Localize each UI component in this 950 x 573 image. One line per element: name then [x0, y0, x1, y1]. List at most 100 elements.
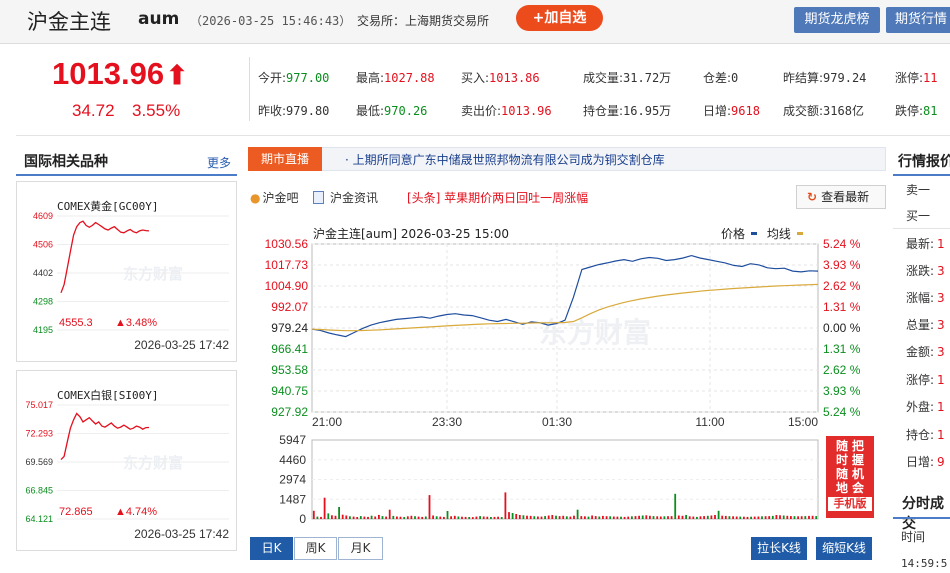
volume-bar: [721, 515, 724, 519]
volume-bar: [471, 517, 474, 519]
mini-time: 2026-03-25 17:42: [134, 527, 229, 541]
volume-bar: [381, 516, 384, 519]
volume-bar: [367, 516, 369, 519]
volume-bar: [428, 495, 431, 519]
news-headline[interactable]: · 上期所同意广东中储晟世照邦物流有限公司成为铜交割仓库: [345, 151, 665, 168]
mini-change: ▲3.48%: [115, 317, 157, 329]
document-icon: [313, 191, 324, 204]
volume-bar: [551, 515, 554, 519]
banner-footer: 手机版: [828, 497, 872, 511]
volume-bar: [724, 515, 727, 519]
stat-label: 昨结算:: [783, 71, 824, 85]
volume-bar: [750, 516, 752, 519]
volume-bar: [388, 509, 391, 519]
volume-bar: [569, 516, 572, 519]
volume-bar: [475, 516, 478, 519]
quote-row: 总量: 3: [906, 316, 945, 333]
legend-price-swatch: [750, 232, 757, 235]
banner-char: 会: [852, 481, 865, 495]
mini-y-tick: 64.121: [25, 514, 53, 524]
mini-chart-svg: COMEX白银[SI00Y] 东方财富 75.017 72.293 69.569 66.8…: [25, 388, 229, 541]
futures-ranking-button[interactable]: 期货龙虎榜: [794, 7, 880, 33]
volume-bar: [450, 516, 452, 519]
volume-bar: [649, 515, 651, 519]
quote-row-label: 最新:: [906, 237, 935, 251]
legend-avg-swatch: [796, 232, 803, 235]
futures-quotes-button[interactable]: 期货行情: [886, 7, 950, 33]
volume-bar: [670, 516, 673, 519]
stat-label: 成交额:: [783, 104, 824, 118]
volume-bar: [706, 515, 709, 519]
volume-bar: [790, 516, 792, 519]
volume-bar: [424, 516, 427, 519]
volume-bar: [612, 516, 615, 519]
volume-bar: [677, 515, 680, 519]
volume-bar: [537, 516, 539, 519]
shorten-kline-button[interactable]: 缩短K线: [816, 537, 872, 560]
intraday-chart[interactable]: 东方财富 1030.56 5.24 % 1017.73 3.93 % 1004.90 2.6…: [248, 238, 888, 530]
stat-value: 11: [923, 71, 938, 85]
mini-time: 2026-03-25 17:42: [134, 338, 229, 352]
volume-bar: [323, 497, 326, 519]
volume-bar: [757, 516, 760, 519]
banner-char: 地: [835, 481, 848, 495]
tab-monthly-k[interactable]: 月K: [338, 537, 383, 560]
x-tick-label: 01:30: [542, 415, 572, 429]
volume-tick-label: 4460: [279, 453, 306, 467]
volume-bar: [486, 516, 489, 519]
intl-more-link[interactable]: 更多: [207, 154, 231, 171]
stat-label: 日增:: [703, 104, 732, 118]
divider: [893, 174, 950, 176]
mini-chart-gold[interactable]: COMEX黄金[GC00Y] 东方财富 4609 4506 4402 4298 4195 45…: [16, 181, 237, 362]
volume-bar: [685, 515, 687, 519]
stat-label: 买入:: [461, 71, 490, 85]
headline-link[interactable]: [头条] 苹果期价两日回吐一周涨幅: [407, 189, 588, 206]
stat-label: 最低:: [356, 104, 385, 118]
volume-tick-label: 2974: [279, 473, 306, 487]
refresh-button[interactable]: ↻ 查看最新: [796, 185, 886, 209]
volume-bar: [710, 515, 713, 519]
volume-bar: [331, 515, 333, 519]
volume-bar: [775, 515, 778, 519]
price-change-pct: 3.55%: [132, 101, 181, 120]
news-tag[interactable]: 期市直播: [248, 147, 322, 171]
pct-tick-label: 3.93 %: [823, 258, 861, 272]
stat-item: 买入:1013.86: [461, 69, 540, 86]
volume-bar: [482, 516, 485, 519]
x-tick-label: 23:30: [432, 415, 462, 429]
volume-bar: [703, 516, 705, 519]
volume-bar: [616, 516, 619, 519]
stat-value: 0: [731, 71, 739, 85]
pct-tick-label: 3.93 %: [823, 384, 861, 398]
volume-bar: [681, 515, 684, 519]
volume-bar: [522, 515, 525, 519]
volume-bar: [797, 516, 799, 519]
stat-label: 成交量:: [583, 71, 624, 85]
volume-bar: [717, 510, 720, 519]
volume-bar: [576, 509, 579, 519]
volume-bar: [631, 516, 633, 519]
lengthen-kline-button[interactable]: 拉长K线: [751, 537, 807, 560]
add-watchlist-button[interactable]: +加自选: [516, 5, 603, 31]
volume-bar: [417, 516, 420, 519]
volume-bar: [410, 515, 413, 519]
stat-item: 今开:977.00: [258, 69, 329, 86]
news-link[interactable]: 沪金资讯: [313, 189, 378, 206]
volume-bar: [580, 516, 583, 519]
mini-watermark: 东方财富: [123, 454, 183, 472]
price-change: 34.72: [72, 101, 115, 120]
volume-bar: [555, 515, 557, 519]
stat-value: 3168亿: [823, 104, 864, 118]
stat-value: 970.26: [384, 104, 428, 118]
stat-value: 1013.96: [501, 104, 552, 118]
tab-weekly-k[interactable]: 周K: [294, 537, 337, 560]
banner-char: 机: [852, 467, 865, 481]
forum-link[interactable]: ● 沪金吧: [250, 189, 299, 206]
mobile-app-banner[interactable]: 随时随地 把握机会手机版: [826, 436, 874, 518]
mini-y-tick: 4298: [33, 297, 53, 307]
banner-char: 把: [852, 439, 865, 453]
tab-daily-k[interactable]: 日K: [250, 537, 293, 560]
mini-chart-silver[interactable]: COMEX白银[SI00Y] 东方财富 75.017 72.293 69.569 66.8…: [16, 370, 237, 551]
up-arrow-icon: ⬆: [166, 60, 188, 90]
stat-item: 最高:1027.88: [356, 69, 435, 86]
